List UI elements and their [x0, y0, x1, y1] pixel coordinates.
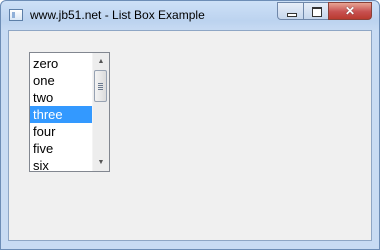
list-item-selected[interactable]: three	[30, 106, 92, 123]
scroll-thumb[interactable]	[94, 70, 107, 102]
scroll-down-icon[interactable]: ▼	[93, 154, 109, 171]
maximize-icon	[312, 7, 322, 17]
list-box[interactable]: zero one two three four five six ▲ ▼	[29, 52, 110, 172]
list-item[interactable]: zero	[30, 55, 92, 72]
scroll-up-icon[interactable]: ▲	[93, 53, 109, 70]
window-title: www.jb51.net - List Box Example	[30, 8, 205, 22]
caption-buttons: ✕	[277, 2, 372, 20]
thumb-grip	[98, 85, 103, 86]
close-button[interactable]: ✕	[328, 2, 372, 20]
list-item[interactable]: four	[30, 123, 92, 140]
list-item[interactable]: six	[30, 157, 92, 171]
thumb-grip	[98, 89, 103, 90]
title-bar[interactable]: www.jb51.net - List Box Example ✕	[1, 1, 379, 29]
minimize-icon	[287, 13, 297, 17]
minimize-button[interactable]	[277, 2, 304, 20]
app-window-icon[interactable]	[9, 9, 23, 21]
vertical-scrollbar[interactable]: ▲ ▼	[92, 53, 109, 171]
thumb-grip	[98, 83, 103, 84]
close-icon: ✕	[344, 4, 356, 18]
thumb-grip	[98, 87, 103, 88]
list-item[interactable]: two	[30, 89, 92, 106]
list-item[interactable]: five	[30, 140, 92, 157]
maximize-button[interactable]	[303, 2, 329, 20]
app-window: www.jb51.net - List Box Example ✕ zero o…	[0, 0, 380, 250]
list-item[interactable]: one	[30, 72, 92, 89]
client-area: zero one two three four five six ▲ ▼	[8, 30, 372, 241]
list-items: zero one two three four five six	[30, 55, 92, 171]
